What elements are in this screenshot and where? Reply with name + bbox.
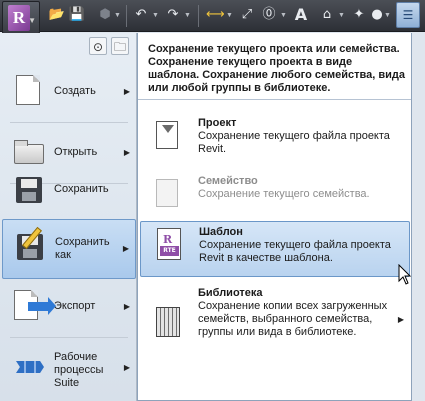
option-template[interactable]: R RTE Шаблон Сохранение текущего файла пр… [140,221,410,277]
chevron-down-icon[interactable]: ▼ [184,12,192,19]
menu-item-label: Создать [54,85,96,97]
menu-item-suite-workflows[interactable]: Рабочие процессы Suite ▶ [2,339,136,401]
chevron-down-icon[interactable]: ▼ [152,12,160,19]
chevron-right-icon: ▶ [123,363,130,372]
export-arrow-icon [14,290,56,322]
library-icon [152,305,182,339]
chevron-right-icon: ▶ [397,315,404,324]
menu-separator [10,122,128,123]
family-file-icon [152,177,182,211]
menu-item-label: Сохранить [54,183,109,195]
suite-workflows-icon [14,351,44,383]
option-description: Сохранение текущего файла проекта Revit. [198,130,390,155]
option-title: Шаблон [199,226,243,238]
toolbar-separator [126,5,127,27]
dimension-icon[interactable]: ⤢ [238,6,256,24]
menu-item-new[interactable]: Создать ▶ [2,63,136,120]
new-document-icon [14,75,44,107]
option-library[interactable]: Библиотека Сохранение копии всех загруже… [140,283,410,363]
sync-icon[interactable]: ⬢ [96,6,114,24]
option-description: Сохранение текущего семейства. [198,188,370,200]
switch-windows-icon[interactable]: ☰ [396,2,420,28]
panel-description: Сохранение текущего проекта или семейств… [148,43,405,94]
option-description: Сохранение копии всех загруженных семейс… [198,300,388,338]
save-icon[interactable]: 💾 [68,6,86,24]
template-file-icon: R RTE [153,228,183,262]
recent-documents-icon[interactable]: ⊙ [89,37,107,55]
chevron-down-icon[interactable]: ▼ [226,12,234,19]
menu-item-label: Сохранить как [55,236,110,261]
revit-logo-icon: R [8,5,30,31]
text-icon[interactable]: A [292,6,310,24]
save-as-icon [15,226,45,264]
option-project[interactable]: Проект Сохранение текущего файла проекта… [140,113,410,169]
chevron-right-icon: ▶ [123,302,130,311]
chevron-right-icon: ▶ [122,244,129,253]
option-title: Семейство [198,175,258,187]
revit-logo-icon: R [163,233,173,246]
chevron-down-icon[interactable]: ▼ [338,12,346,19]
menu-item-label: Экспорт [54,300,96,312]
option-family: Семейство Сохранение текущего семейства. [140,171,410,227]
project-file-icon [152,119,182,153]
redo-icon[interactable]: ↷ [164,6,182,24]
section-icon[interactable]: ✦ [350,6,368,24]
chevron-down-icon[interactable]: ▼ [114,12,122,19]
application-menu-left-pane: ⊙ 🗀 Создать ▶ Открыть ▶ Сохранить Сохран… [0,33,137,401]
option-description: Сохранение текущего файла проекта Revit … [199,239,391,264]
measure-icon[interactable]: ⟷ [206,6,225,24]
menu-item-save[interactable]: Сохранить [2,161,136,218]
tag-icon[interactable]: ⓪ [260,6,278,24]
menu-item-save-as[interactable]: Сохранить как ▶ [2,219,136,279]
save-disk-icon [14,175,44,207]
chevron-down-icon[interactable]: ▼ [384,12,392,19]
chevron-right-icon: ▶ [123,87,130,96]
option-title: Библиотека [198,287,263,299]
toolbar-separator [198,5,199,27]
menu-separator [10,337,128,338]
3d-view-icon[interactable]: ⌂ [318,6,336,24]
save-as-submenu-panel: Сохранение текущего проекта или семейств… [137,33,412,401]
quick-access-toolbar: R ▼ 📂 💾 ⬢ ▼ ↶ ▼ ↷ ▼ ⟷ ▼ ⤢ ⓪ ▼ A ⌂ ▼ ✦ ● … [0,0,425,34]
rte-badge: RTE [160,246,179,256]
open-folder-icon[interactable]: 📂 [48,6,66,24]
open-documents-icon[interactable]: 🗀 [111,37,129,55]
menu-item-label: Рабочие процессы Suite [54,350,104,389]
option-title: Проект [198,117,237,129]
panel-separator [138,99,411,100]
menu-item-export[interactable]: Экспорт ▶ [2,278,136,335]
undo-icon[interactable]: ↶ [132,6,150,24]
application-menu-button[interactable]: R ▼ [2,1,40,34]
chevron-right-icon: ▶ [123,148,130,157]
mouse-cursor-icon [398,264,412,285]
chevron-down-icon[interactable]: ▼ [280,12,288,19]
chevron-down-icon: ▼ [28,16,36,25]
